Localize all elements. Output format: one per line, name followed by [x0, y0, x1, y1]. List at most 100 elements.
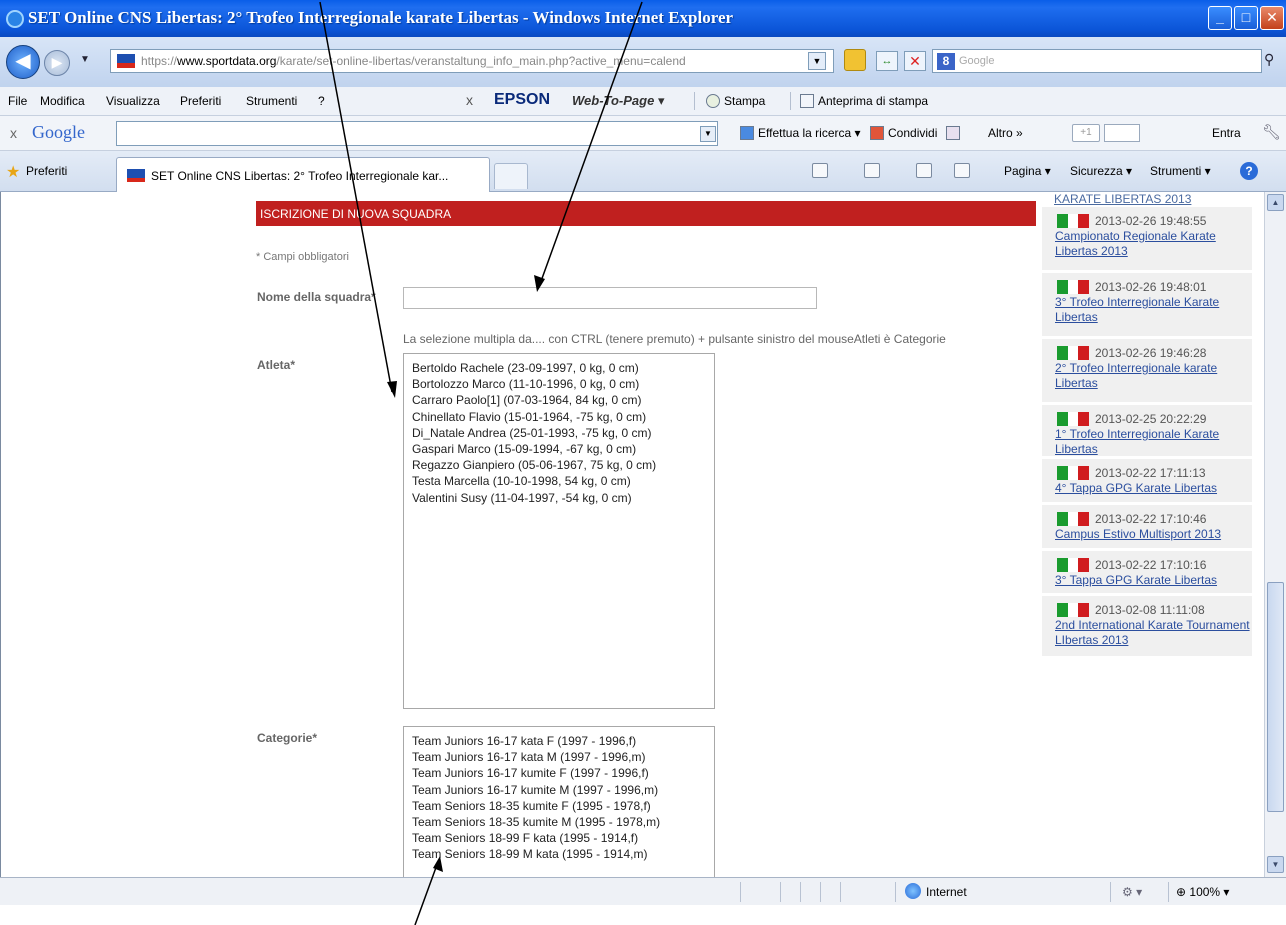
- scroll-thumb[interactable]: [1267, 582, 1284, 812]
- google-search-field[interactable]: [116, 121, 718, 146]
- athlete-option[interactable]: Valentini Susy (11-04-1997, -54 kg, 0 cm…: [412, 490, 706, 506]
- italy-flag-icon: [1057, 346, 1089, 360]
- scroll-up-icon[interactable]: ▲: [1267, 194, 1284, 211]
- refresh-icon[interactable]: ↔: [876, 51, 898, 71]
- ie-logo-icon: [6, 10, 24, 28]
- category-option[interactable]: Team Juniors 16-17 kumite F (1997 - 1996…: [412, 765, 706, 781]
- menu-preferiti[interactable]: Preferiti: [180, 94, 221, 108]
- athlete-option[interactable]: Testa Marcella (10-10-1998, 54 kg, 0 cm): [412, 473, 706, 489]
- bookmark-icon[interactable]: [946, 126, 960, 140]
- news-link[interactable]: 2nd International Karate Tournament LIbe…: [1055, 618, 1250, 647]
- team-name-input[interactable]: [403, 287, 817, 309]
- athlete-option[interactable]: Carraro Paolo[1] (07-03-1964, 84 kg, 0 c…: [412, 392, 706, 408]
- news-item: 2013-02-26 19:46:28 2° Trofeo Interregion…: [1042, 339, 1252, 402]
- athlete-label: Atleta*: [257, 358, 296, 372]
- stop-icon[interactable]: ✕: [904, 51, 926, 71]
- news-link[interactable]: Campus Estivo Multisport 2013: [1055, 527, 1250, 542]
- athlete-option[interactable]: Di_Natale Andrea (25-01-1993, -75 kg, 0 …: [412, 425, 706, 441]
- vertical-scrollbar[interactable]: ▲ ▼: [1264, 192, 1286, 877]
- maximize-button[interactable]: □: [1234, 6, 1258, 30]
- news-item: 2013-02-26 19:48:55 Campionato Regionale …: [1042, 207, 1252, 270]
- security-menu[interactable]: Sicurezza ▾: [1070, 164, 1132, 178]
- url-dropdown-icon[interactable]: ▼: [808, 52, 826, 70]
- news-link[interactable]: 1° Trofeo Interregionale Karate Libertas: [1055, 427, 1250, 456]
- category-option[interactable]: Team Seniors 18-99 F kata (1995 - 1914,f…: [412, 830, 706, 846]
- search-icon[interactable]: ⚲: [1264, 51, 1274, 68]
- mail-icon[interactable]: [916, 163, 932, 178]
- signin-button[interactable]: Entra: [1212, 126, 1241, 140]
- history-dropdown-icon[interactable]: ▼: [80, 54, 90, 65]
- print-button[interactable]: Stampa: [724, 94, 765, 108]
- google-search-button[interactable]: Effettua la ricerca ▾: [758, 126, 861, 140]
- menu-help[interactable]: ?: [318, 94, 325, 108]
- sidebar-top-link[interactable]: KARATE LIBERTAS 2013: [1054, 192, 1191, 206]
- category-option[interactable]: Team Seniors 18-35 kumite F (1995 - 1978…: [412, 798, 706, 814]
- menu-visualizza[interactable]: Visualizza: [106, 94, 160, 108]
- back-button[interactable]: ◀: [6, 45, 40, 79]
- category-option[interactable]: Team Juniors 16-17 kumite M (1997 - 1996…: [412, 782, 706, 798]
- category-listbox[interactable]: Team Juniors 16-17 kata F (1997 - 1996,f…: [403, 726, 715, 877]
- news-link[interactable]: 3° Trofeo Interregionale Karate Libertas: [1055, 295, 1250, 324]
- news-link[interactable]: Campionato Regionale Karate Libertas 201…: [1055, 229, 1250, 258]
- epson-close-icon[interactable]: x: [466, 92, 473, 108]
- lock-icon[interactable]: [844, 49, 866, 71]
- zoom-level[interactable]: ⊕ 100% ▾: [1176, 885, 1229, 899]
- category-option[interactable]: Team Juniors 16-17 kata F (1997 - 1996,f…: [412, 733, 706, 749]
- news-link[interactable]: 2° Trofeo Interregionale karate Libertas: [1055, 361, 1250, 390]
- more-button[interactable]: Altro »: [988, 126, 1023, 140]
- athlete-option[interactable]: Bertoldo Rachele (23-09-1997, 0 kg, 0 cm…: [412, 360, 706, 376]
- share-button[interactable]: Condividi: [888, 126, 937, 140]
- close-button[interactable]: ✕: [1260, 6, 1284, 30]
- scroll-down-icon[interactable]: ▼: [1267, 856, 1284, 873]
- tab-active[interactable]: SET Online CNS Libertas: 2° Trofeo Inter…: [116, 157, 490, 193]
- search-input[interactable]: 8 Google: [932, 49, 1262, 73]
- google-field-dropdown-icon[interactable]: ▼: [700, 126, 716, 142]
- athlete-listbox[interactable]: Bertoldo Rachele (23-09-1997, 0 kg, 0 cm…: [403, 353, 715, 709]
- epson-logo: EPSON: [494, 91, 551, 108]
- athlete-option[interactable]: Regazzo Gianpiero (05-06-1967, 75 kg, 0 …: [412, 457, 706, 473]
- wrench-icon[interactable]: 🔧︎: [1262, 123, 1281, 141]
- forward-button[interactable]: ▶: [44, 50, 70, 76]
- status-divider: [780, 882, 781, 902]
- protected-mode-icon[interactable]: ⚙︎ ▾: [1122, 885, 1142, 899]
- favorites-button[interactable]: Preferiti: [26, 164, 67, 178]
- google-toolbar: x Google ▼ Effettua la ricerca ▾ Condivi…: [0, 116, 1286, 151]
- minimize-button[interactable]: _: [1208, 6, 1232, 30]
- plus-one-button[interactable]: +1: [1072, 124, 1100, 142]
- news-link[interactable]: 3° Tappa GPG Karate Libertas: [1055, 573, 1250, 588]
- news-date: 2013-02-22 17:11:13: [1095, 466, 1206, 480]
- category-option[interactable]: Team Seniors 18-99 M kata (1995 - 1914,m…: [412, 846, 706, 862]
- google-toolbar-close-icon[interactable]: x: [10, 125, 17, 141]
- web-to-page-button[interactable]: Web-To-Page ▾: [572, 93, 664, 109]
- menu-file[interactable]: File: [8, 94, 27, 108]
- toolbar-divider: [790, 92, 791, 110]
- athlete-option[interactable]: Chinellato Flavio (15-01-1964, -75 kg, 0…: [412, 409, 706, 425]
- favorites-star-icon[interactable]: ★: [6, 162, 20, 182]
- home-icon[interactable]: [812, 163, 828, 178]
- athlete-option[interactable]: Bortolozzo Marco (11-10-1996, 0 kg, 0 cm…: [412, 376, 706, 392]
- new-tab-button[interactable]: [494, 163, 528, 189]
- news-link[interactable]: 4° Tappa GPG Karate Libertas: [1055, 481, 1250, 496]
- required-note: * Campi obbligatori: [256, 251, 349, 263]
- url-input[interactable]: https://www.sportdata.org/karate/set-onl…: [110, 49, 834, 73]
- menu-strumenti[interactable]: Strumenti: [246, 94, 297, 108]
- print-preview-button[interactable]: Anteprima di stampa: [818, 94, 928, 108]
- multi-select-hint: La selezione multipla da.... con CTRL (t…: [403, 332, 946, 346]
- print-cmd-icon[interactable]: [954, 163, 970, 178]
- athlete-option[interactable]: Gaspari Marco (15-09-1994, -67 kg, 0 cm): [412, 441, 706, 457]
- italy-flag-icon: [1057, 412, 1089, 426]
- status-divider: [1168, 882, 1169, 902]
- status-bar: Internet ⚙︎ ▾ ⊕ 100% ▾: [0, 877, 1286, 905]
- page-menu[interactable]: Pagina ▾: [1004, 164, 1051, 178]
- feeds-icon[interactable]: [864, 163, 880, 178]
- category-option[interactable]: Team Seniors 18-35 kumite M (1995 - 1978…: [412, 814, 706, 830]
- tools-menu[interactable]: Strumenti ▾: [1150, 164, 1211, 178]
- news-date: 2013-02-22 17:10:46: [1095, 512, 1207, 526]
- google-search-icon: 8: [937, 53, 955, 70]
- menu-modifica[interactable]: Modifica: [40, 94, 85, 108]
- category-option[interactable]: Team Juniors 16-17 kata M (1997 - 1996,m…: [412, 749, 706, 765]
- help-icon[interactable]: ?: [1240, 162, 1258, 180]
- status-divider: [895, 882, 896, 902]
- news-item: 2013-02-26 19:48:01 3° Trofeo Interregion…: [1042, 273, 1252, 336]
- page-bottom-margin: [0, 905, 1286, 925]
